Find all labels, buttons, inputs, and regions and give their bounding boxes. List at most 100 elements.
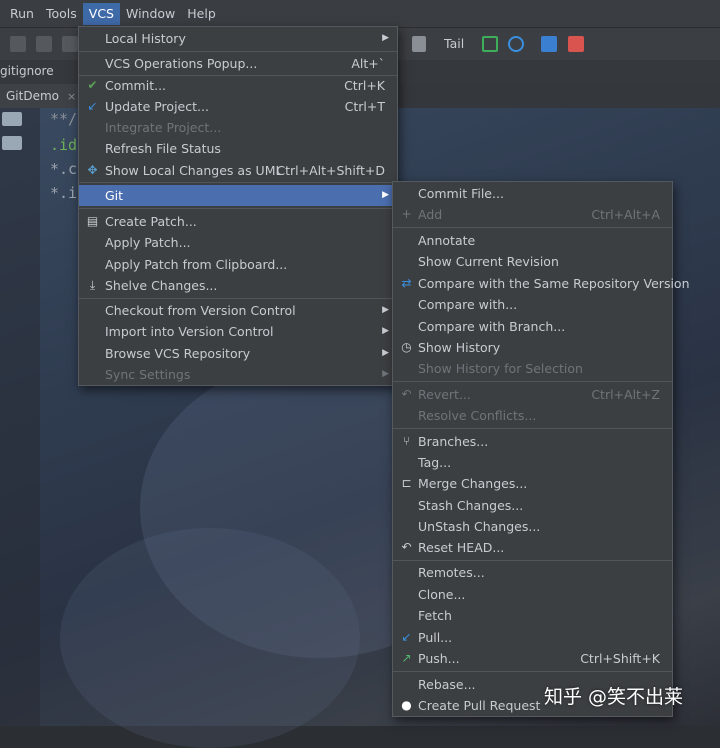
run-icon[interactable] [10, 36, 26, 52]
menu-item-integrate-project: Integrate Project... [105, 120, 222, 135]
git-item-annotate[interactable]: Annotate [393, 230, 672, 251]
git-item-add: + Add Ctrl+Alt+A [393, 204, 672, 225]
code-line[interactable]: **/ [50, 110, 77, 128]
menu-item-checkout-vcs[interactable]: Checkout from Version Control ▶ [79, 300, 397, 321]
submenu-arrow-icon: ▶ [382, 190, 389, 200]
menu-separator [393, 227, 672, 228]
git-item-show-history[interactable]: ◷ Show History [393, 337, 672, 358]
menu-item-local-history[interactable]: Local History ▶ [79, 28, 397, 49]
git-item-resolve-conflicts: Resolve Conflicts... [418, 408, 537, 423]
git-item-stash-changes[interactable]: Stash Changes... [393, 495, 672, 516]
submenu-arrow-icon: ▶ [382, 305, 389, 315]
menu-item-apply-patch[interactable]: Apply Patch... [79, 232, 397, 253]
close-icon[interactable]: × [67, 90, 76, 103]
menu-item-vcs-operations-popup[interactable]: VCS Operations Popup... Alt+` [79, 53, 397, 74]
menu-item-shelve-changes[interactable]: ⤓ Shelve Changes... [79, 275, 397, 296]
folder-icon[interactable] [2, 136, 22, 150]
shortcut: Ctrl+T [344, 99, 385, 114]
menu-item-update-project[interactable]: ↙ Update Project... Ctrl+T [79, 96, 397, 117]
code-line[interactable]: *.i [50, 184, 77, 202]
menu-tools[interactable]: Tools [40, 3, 83, 25]
git-item-show-history-selection: Show History for Selection [418, 361, 583, 376]
git-item-reset-head[interactable]: ↶ Reset HEAD... [393, 537, 672, 558]
github-icon: ● [401, 698, 412, 712]
translate-icon[interactable] [541, 36, 557, 52]
menu-help[interactable]: Help [181, 3, 222, 25]
git-item-tag[interactable]: Tag... [393, 452, 672, 473]
git-item-revert: ↶ Revert... Ctrl+Alt+Z [393, 384, 672, 405]
monitor-icon[interactable] [482, 36, 498, 52]
shortcut: Ctrl+Alt+Shift+D [276, 163, 385, 178]
menu-item-create-patch[interactable]: ▤ Create Patch... [79, 211, 397, 232]
menu-item-commit[interactable]: ✔ Commit... Ctrl+K [79, 75, 397, 96]
git-item-push[interactable]: ↗ Push... Ctrl+Shift+K [393, 648, 672, 669]
menu-window[interactable]: Window [120, 3, 181, 25]
menu-item-refresh-file-status[interactable]: Refresh File Status [79, 138, 397, 159]
merge-icon: ⊏ [401, 476, 412, 490]
git-item-commit-file[interactable]: Commit File... [393, 183, 672, 204]
background-shape [60, 528, 360, 748]
menu-separator [79, 51, 397, 52]
git-item-compare-with[interactable]: Compare with... [393, 294, 672, 315]
tab-label: GitDemo [6, 89, 59, 103]
block-icon[interactable] [508, 36, 524, 52]
git-item-pull[interactable]: ↙ Pull... [393, 627, 672, 648]
menu-separator [393, 560, 672, 561]
project-panel [0, 108, 40, 726]
git-item-branches[interactable]: ⑂ Branches... [393, 431, 672, 452]
menu-separator [79, 298, 397, 299]
code-line[interactable]: *.c [50, 160, 77, 178]
check-icon: ✔ [87, 78, 98, 92]
menu-separator [79, 208, 397, 209]
git-item-compare-with-branch[interactable]: Compare with Branch... [393, 316, 672, 337]
git-item-show-current-revision[interactable]: Show Current Revision [393, 251, 672, 272]
menu-run[interactable]: Run [4, 3, 40, 25]
git-item-merge-changes[interactable]: ⊏ Merge Changes... [393, 473, 672, 494]
menu-item-sync-settings: Sync Settings ▶ [79, 364, 397, 385]
menu-bar: Run Tools VCS Window Help [0, 0, 720, 28]
menu-item-show-local-changes-uml[interactable]: ✥ Show Local Changes as UML Ctrl+Alt+Shi… [79, 160, 397, 181]
git-item-unstash-changes[interactable]: UnStash Changes... [393, 516, 672, 537]
watermark: 知乎 @笑不出莱 [544, 686, 684, 708]
git-item-fetch[interactable]: Fetch [393, 605, 672, 626]
uml-icon: ✥ [87, 163, 98, 177]
folder-icon[interactable] [2, 112, 22, 126]
shortcut: Ctrl+K [344, 78, 385, 93]
code-line[interactable]: .id [50, 136, 77, 154]
plus-icon: + [401, 207, 412, 221]
git-submenu: Commit File... + Add Ctrl+Alt+A Annotate… [392, 181, 690, 717]
push-arrow-icon: ↗ [401, 651, 412, 665]
coverage-icon[interactable] [62, 36, 78, 52]
shortcut: Ctrl+Shift+K [580, 651, 660, 666]
menu-item-git[interactable]: Git ▶ [79, 185, 397, 206]
git-item-clone[interactable]: Clone... [393, 584, 672, 605]
update-arrow-icon: ↙ [87, 99, 98, 113]
revert-icon: ↶ [401, 387, 412, 401]
patch-icon: ▤ [86, 214, 99, 228]
file-path[interactable]: gitignore [0, 64, 54, 78]
shelve-icon: ⤓ [89, 278, 96, 292]
menu-item-browse-vcs-repository[interactable]: Browse VCS Repository ▶ [79, 343, 397, 364]
compare-arrows-icon: ⇄ [401, 276, 412, 290]
git-item-compare-same-repo[interactable]: ⇄ Compare with the Same Repository Versi… [393, 273, 689, 294]
submenu-arrow-icon: ▶ [382, 326, 389, 336]
submenu-arrow-icon: ▶ [382, 348, 389, 358]
clock-icon: ◷ [401, 340, 412, 354]
tail-button[interactable]: Tail [444, 36, 464, 51]
menu-separator [393, 671, 672, 672]
pull-arrow-icon: ↙ [401, 630, 412, 644]
tab-gitdemo[interactable]: GitDemo × [0, 84, 83, 108]
vcs-menu: Local History ▶ VCS Operations Popup... … [78, 26, 398, 386]
menu-item-apply-patch-clipboard[interactable]: Apply Patch from Clipboard... [79, 254, 397, 275]
shortcut: Ctrl+Alt+A [591, 207, 660, 222]
stack-icon[interactable] [412, 36, 426, 52]
shortcut: Ctrl+Alt+Z [591, 387, 660, 402]
menu-vcs[interactable]: VCS [82, 2, 120, 25]
menu-separator [393, 381, 672, 382]
debug-icon[interactable] [36, 36, 52, 52]
menu-item-import-vcs[interactable]: Import into Version Control ▶ [79, 321, 397, 342]
submenu-arrow-icon: ▶ [382, 369, 389, 379]
translate-alt-icon[interactable] [568, 36, 584, 52]
git-item-remotes[interactable]: Remotes... [393, 562, 672, 583]
menu-separator [79, 182, 397, 183]
